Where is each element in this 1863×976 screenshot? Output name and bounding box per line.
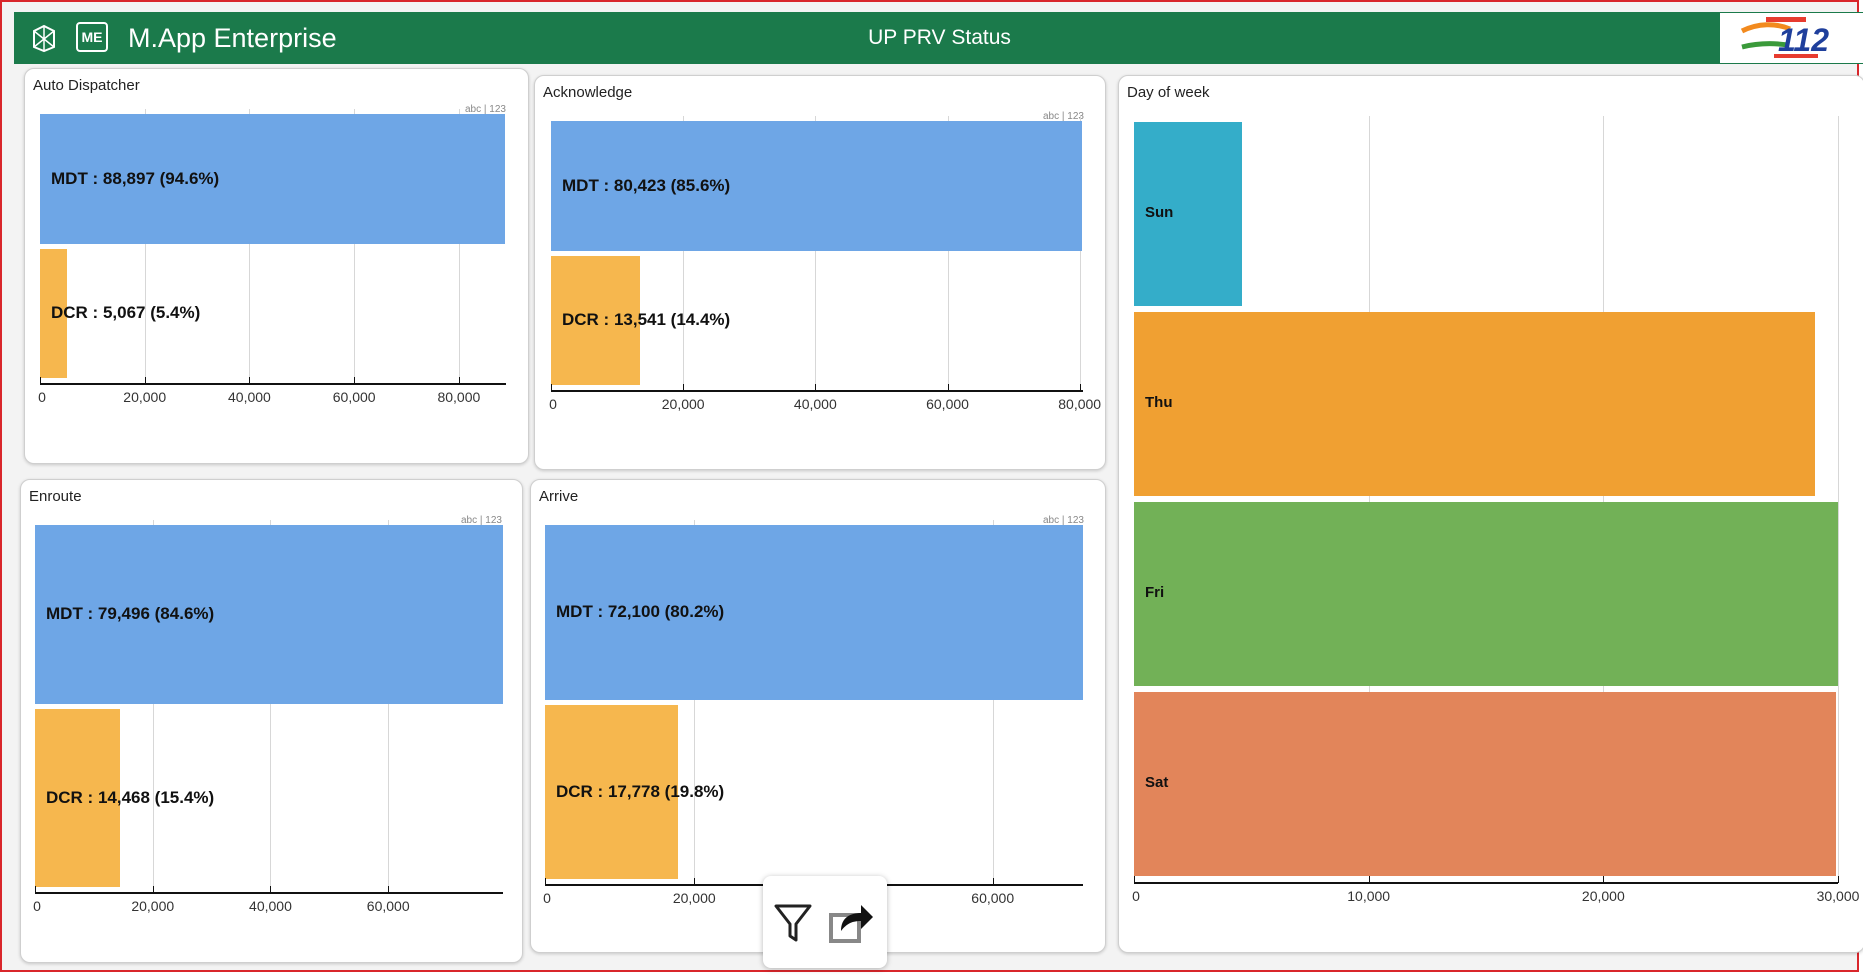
day-of-week-panel: Day of week Sun Thu Fri Sat 0 10,000 20,000 30,… (1118, 75, 1863, 953)
x-axis-tick (1134, 876, 1135, 883)
category-label: Thu (1145, 394, 1173, 411)
bar-label: DCR : 13,541 (14.4%) (562, 310, 731, 330)
x-axis-tick (249, 377, 251, 384)
x-axis-tick-label: 40,000 (228, 389, 271, 405)
x-axis-tick-label: 80,000 (437, 389, 481, 405)
bar-label: DCR : 5,067 (5.4%) (51, 303, 201, 323)
x-axis-tick (683, 384, 685, 391)
x-axis-tick (458, 377, 460, 384)
x-axis-tick-label: 60,000 (332, 389, 376, 405)
category-label: Sat (1145, 774, 1169, 791)
x-axis-tick (1079, 384, 1081, 391)
x-axis-tick (694, 878, 696, 885)
x-axis-tick (992, 878, 994, 885)
x-axis-tick-label: 30,000 (1816, 888, 1860, 904)
bar-label: DCR : 17,778 (19.8%) (556, 781, 725, 801)
chart-plot: MDT : 79,496 (84.6%) DCR : 14,468 (15.4%)… (33, 520, 503, 918)
x-axis-tick-label: 20,000 (661, 396, 705, 412)
x-axis-tick-label: 0 (1132, 888, 1140, 904)
x-axis-tick-label: 20,000 (131, 898, 175, 914)
x-axis-tick (40, 377, 41, 384)
x-axis-tick-label: 80,000 (1058, 396, 1102, 412)
x-axis-tick (152, 886, 154, 893)
x-axis-tick-label: 0 (543, 890, 551, 906)
acknowledge-panel: Acknowledge abc | 123 MDT : 80,423 (85.6… (534, 75, 1106, 470)
dashboard-frame: ME M.App Enterprise UP PRV Status 112 Au… (0, 0, 1863, 972)
chart-toolbar (763, 876, 887, 968)
panel-title: Arrive (539, 488, 579, 505)
page-title: UP PRV Status (868, 26, 1011, 49)
x-axis-line (35, 892, 503, 894)
filter-icon[interactable] (773, 902, 813, 946)
chart-plot: MDT : 72,100 (80.2%) DCR : 17,778 (19.8%)… (543, 520, 1083, 910)
panel-title: Auto Dispatcher (33, 77, 140, 94)
chart-plot: MDT : 88,897 (94.6%) DCR : 5,067 (5.4%) 0 2… (38, 109, 506, 409)
x-axis-tick-label: 40,000 (249, 898, 292, 914)
x-axis-tick-label: 20,000 (123, 389, 167, 405)
x-axis-tick (551, 384, 552, 391)
x-axis-tick (1838, 876, 1839, 883)
x-axis-tick-label: 60,000 (971, 890, 1015, 906)
category-label: Fri (1145, 584, 1165, 601)
x-axis-tick-label: 10,000 (1347, 888, 1391, 904)
x-axis-tick (35, 886, 36, 893)
day-bar-fri[interactable] (1134, 502, 1838, 686)
x-axis-tick (388, 886, 390, 893)
chart-plot: MDT : 80,423 (85.6%) DCR : 13,541 (14.4%)… (549, 116, 1101, 416)
x-axis-tick-label: 60,000 (926, 396, 969, 412)
chart-plot: Sun Thu Fri Sat 0 10,000 20,000 30,000 (1132, 116, 1859, 908)
x-axis-line (40, 383, 506, 385)
bar-label: MDT : 72,100 (80.2%) (556, 602, 725, 622)
x-axis-tick (1368, 876, 1370, 883)
x-axis-tick (270, 886, 272, 893)
x-axis-tick (815, 384, 817, 391)
brand-number: 112 (1778, 22, 1829, 58)
x-axis-tick-label: 60,000 (366, 898, 410, 914)
x-axis-tick (947, 384, 949, 391)
enroute-panel: Enroute abc | 123 MDT : 79,496 (84.6%) DC… (20, 479, 523, 963)
day-bar-thu[interactable] (1134, 312, 1815, 496)
x-axis-tick (1603, 876, 1605, 883)
bar-label: MDT : 80,423 (85.6%) (562, 175, 731, 195)
brand-logo: 112 (1720, 13, 1863, 63)
x-axis-tick (144, 377, 146, 384)
x-axis-tick-label: 0 (38, 389, 46, 405)
panel-title: Enroute (29, 488, 82, 505)
emergency-112-logo-icon: 112 (1740, 17, 1829, 58)
x-axis-tick-label: 40,000 (793, 396, 837, 412)
category-label: Sun (1145, 204, 1174, 221)
panel-title: Acknowledge (543, 84, 633, 101)
bar-label: MDT : 79,496 (84.6%) (46, 604, 215, 624)
x-axis-tick-label: 0 (33, 898, 41, 914)
x-axis-line (1134, 882, 1838, 884)
panel-title: Day of week (1127, 84, 1210, 101)
x-axis-tick (545, 878, 546, 885)
bar-label: DCR : 14,468 (15.4%) (46, 787, 215, 807)
x-axis-tick-label: 20,000 (1581, 888, 1625, 904)
auto-dispatcher-panel: Auto Dispatcher abc | 123 MDT : 88,897 (… (24, 68, 529, 464)
share-icon[interactable] (827, 900, 875, 946)
day-bar-sat[interactable] (1134, 692, 1836, 876)
x-axis-line (551, 390, 1083, 392)
grid-line (1838, 116, 1839, 882)
x-axis-tick-label: 20,000 (672, 890, 716, 906)
x-axis-tick-label: 0 (549, 396, 557, 412)
bar-label: MDT : 88,897 (94.6%) (51, 168, 220, 188)
x-axis-tick (354, 377, 356, 384)
header-bar: ME M.App Enterprise UP PRV Status 112 (14, 12, 1863, 64)
